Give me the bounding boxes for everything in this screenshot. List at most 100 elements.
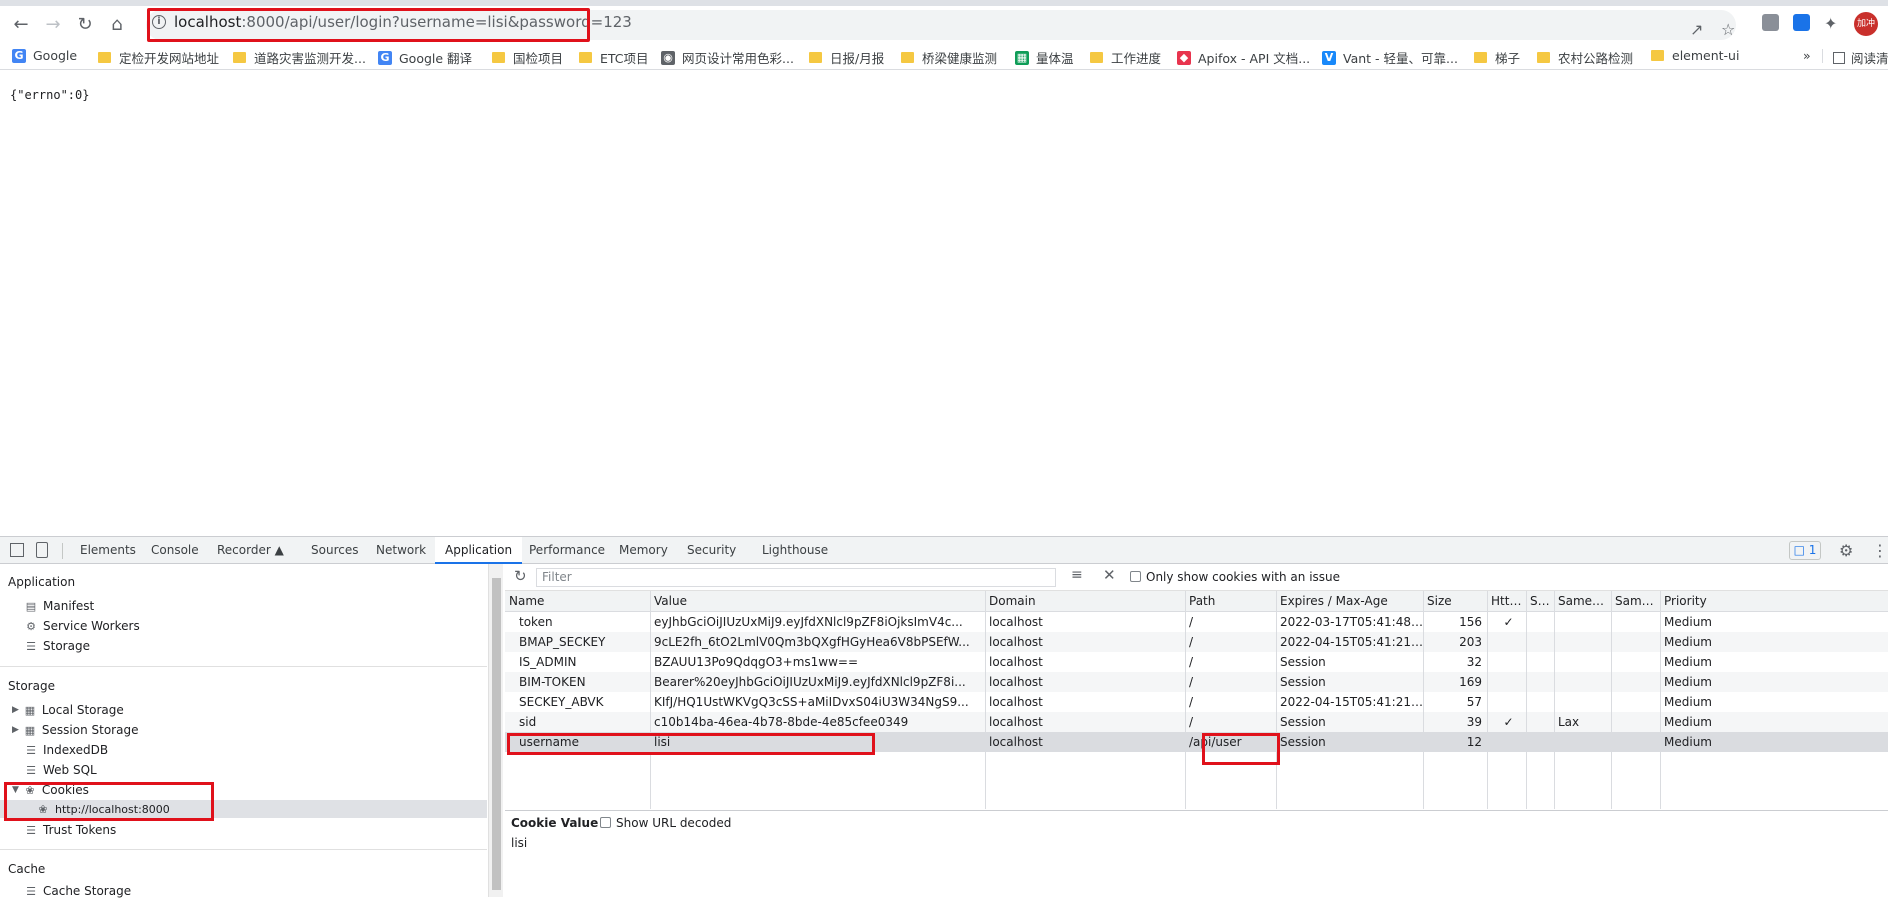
sidebar-item-manifest[interactable]: ▤ Manifest <box>24 599 94 613</box>
refresh-icon[interactable]: ↻ <box>514 567 527 585</box>
extension-chart-icon[interactable] <box>1793 14 1810 31</box>
table-cell-secure <box>1526 612 1554 632</box>
checkbox[interactable] <box>600 817 611 828</box>
bookmark-item[interactable]: 农村公路检测 <box>1537 48 1633 67</box>
cookie-value-header: Cookie Value Show URL decoded <box>505 810 1888 834</box>
delete-cookie-icon[interactable]: ✕ <box>1103 566 1116 584</box>
cookies-highlight-box <box>4 782 214 821</box>
bookmark-label: Google <box>33 48 78 63</box>
bookmark-item[interactable]: 定检开发网站地址 <box>98 48 219 67</box>
bookmark-item[interactable]: ◆ Apifox - API 文档... <box>1177 48 1310 67</box>
tab-lighthouse[interactable]: Lighthouse <box>762 537 828 564</box>
show-url-decoded-checkbox[interactable]: Show URL decoded <box>600 816 731 830</box>
column-header[interactable]: Value <box>650 591 985 611</box>
reading-list[interactable]: 阅读清 <box>1833 48 1888 67</box>
bookmark-item[interactable]: G Google 翻译 <box>378 48 472 67</box>
table-cell-name: IS_ADMIN <box>519 655 577 669</box>
column-header[interactable]: Name <box>505 591 650 611</box>
extensions-puzzle-icon[interactable]: ✦ <box>1824 14 1837 33</box>
table-row[interactable]: SECKEY_ABVK KIfJ/HQ1UstWKVgQ3cSS+aMiIDvxS… <box>505 692 1888 712</box>
issues-badge[interactable]: □ 1 <box>1789 541 1821 560</box>
expand-arrow-icon[interactable]: ▶ <box>12 725 19 735</box>
table-cell-samesite: Lax <box>1558 715 1580 729</box>
expand-arrow-icon[interactable]: ▶ <box>12 705 19 715</box>
bookmarks-more-icon[interactable]: » <box>1803 48 1811 63</box>
tab-console[interactable]: Console <box>151 537 199 564</box>
home-icon[interactable]: ⌂ <box>105 12 129 36</box>
vant-icon: V <box>1322 50 1336 65</box>
tab-elements[interactable]: Elements <box>80 537 136 564</box>
bookmark-item[interactable]: 梯子 <box>1474 48 1520 67</box>
column-header[interactable]: Sec... <box>1526 591 1554 611</box>
tab-network[interactable]: Network <box>376 537 426 564</box>
sidebar-item-cache-storage[interactable]: ☰ Cache Storage <box>24 884 131 898</box>
inspect-element-icon[interactable] <box>10 543 24 557</box>
column-header[interactable]: HttpO... <box>1487 591 1526 611</box>
column-header[interactable]: Path <box>1185 591 1276 611</box>
table-cell-size: 39 <box>1466 715 1482 729</box>
tab-application[interactable]: Application <box>435 537 523 564</box>
table-cell-sameparty <box>1611 632 1660 652</box>
extension-v-icon[interactable] <box>1762 14 1779 31</box>
database-icon: ☰ <box>26 743 36 757</box>
sidebar-item-session-storage[interactable]: ▶ ▦ Session Storage <box>12 723 138 737</box>
forward-arrow-icon[interactable]: → <box>41 12 65 36</box>
table-row[interactable]: sid c10b14ba-46ea-4b78-8bde-4e85cfee0349 l… <box>505 712 1888 732</box>
sidebar-item-web-sql[interactable]: ☰ Web SQL <box>24 763 97 777</box>
profile-avatar[interactable]: 加冲 <box>1854 12 1878 36</box>
column-header[interactable]: Priority <box>1660 591 1888 611</box>
bookmark-item[interactable]: 国检项目 <box>492 48 563 67</box>
table-row[interactable]: IS_ADMIN BZAUU13Po9QdqgO3+ms1ww== localhos… <box>505 652 1888 672</box>
sidebar-item-storage[interactable]: ☰ Storage <box>24 639 90 653</box>
table-row[interactable]: BIM-TOKEN Bearer%20eyJhbGciOiJIUzUxMiJ9.e… <box>505 672 1888 692</box>
sidebar-item-service-workers[interactable]: ⚙ Service Workers <box>24 619 140 633</box>
reading-list-label: 阅读清 <box>1851 51 1888 66</box>
table-cell-path: / <box>1189 695 1194 709</box>
only-issue-checkbox[interactable]: Only show cookies with an issue <box>1130 570 1340 584</box>
table-cell-priority: Medium <box>1664 615 1712 629</box>
share-icon[interactable]: ↗ <box>1690 20 1703 39</box>
settings-gear-icon[interactable]: ⚙ <box>1839 541 1853 560</box>
table-cell-name: sid <box>519 715 537 729</box>
table-cell-size: 169 <box>1459 675 1482 689</box>
folder-icon <box>1651 50 1664 61</box>
column-header[interactable]: SameParty <box>1611 591 1660 611</box>
bookmark-item[interactable]: ETC项目 <box>579 48 649 67</box>
tab-memory[interactable]: Memory <box>619 537 668 564</box>
device-toolbar-icon[interactable] <box>36 542 48 558</box>
column-header[interactable]: Domain <box>985 591 1185 611</box>
checkbox[interactable] <box>1130 571 1141 582</box>
table-cell-domain: localhost <box>989 635 1043 649</box>
bookmark-item[interactable]: 道路灾害监测开发... <box>233 48 366 67</box>
bookmark-item[interactable]: ▦ 量体温 <box>1015 48 1074 67</box>
filter-input[interactable]: Filter <box>536 568 1056 587</box>
column-header[interactable]: SameSite <box>1554 591 1611 611</box>
bookmark-item[interactable]: V Vant - 轻量、可靠... <box>1322 48 1458 67</box>
bookmark-label: element-ui <box>1672 48 1740 63</box>
bookmark-item[interactable]: ◉ 网页设计常用色彩... <box>661 48 794 67</box>
column-header[interactable]: Size <box>1423 591 1487 611</box>
tab-security[interactable]: Security <box>687 537 736 564</box>
sidebar-scrollbar[interactable] <box>488 564 503 897</box>
bookmark-item[interactable]: 日报/月报 <box>809 48 884 67</box>
tab-performance[interactable]: Performance <box>529 537 605 564</box>
sidebar-item-local-storage[interactable]: ▶ ▦ Local Storage <box>12 703 124 717</box>
tab-recorder[interactable]: Recorder ▲ <box>217 537 284 564</box>
bookmark-star-icon[interactable]: ☆ <box>1721 20 1735 39</box>
column-header[interactable]: Expires / Max-Age <box>1276 591 1423 611</box>
google-icon: G <box>12 48 26 63</box>
bookmark-item[interactable]: element-ui <box>1651 48 1739 63</box>
bookmark-item[interactable]: 桥梁健康监测 <box>901 48 997 67</box>
sidebar-item-indexeddb[interactable]: ☰ IndexedDB <box>24 743 108 757</box>
table-cell-name: token <box>519 615 553 629</box>
bookmark-item[interactable]: 工作进度 <box>1090 48 1161 67</box>
reload-icon[interactable]: ↻ <box>73 12 97 36</box>
clear-filtered-icon[interactable]: ≡ <box>1071 567 1083 583</box>
bookmark-item[interactable]: G Google <box>12 48 77 63</box>
back-arrow-icon[interactable]: ← <box>9 12 33 36</box>
tab-sources[interactable]: Sources <box>311 537 358 564</box>
table-row[interactable]: BMAP_SECKEY 9cLE2fh_6tO2LmlV0Qm3bQXgfHGyH… <box>505 632 1888 652</box>
sidebar-item-trust-tokens[interactable]: ☰ Trust Tokens <box>24 823 116 837</box>
table-row[interactable]: token eyJhbGciOiJIUzUxMiJ9.eyJfdXNlcl9pZF… <box>505 612 1888 632</box>
more-options-icon[interactable]: ⋮ <box>1872 541 1888 560</box>
